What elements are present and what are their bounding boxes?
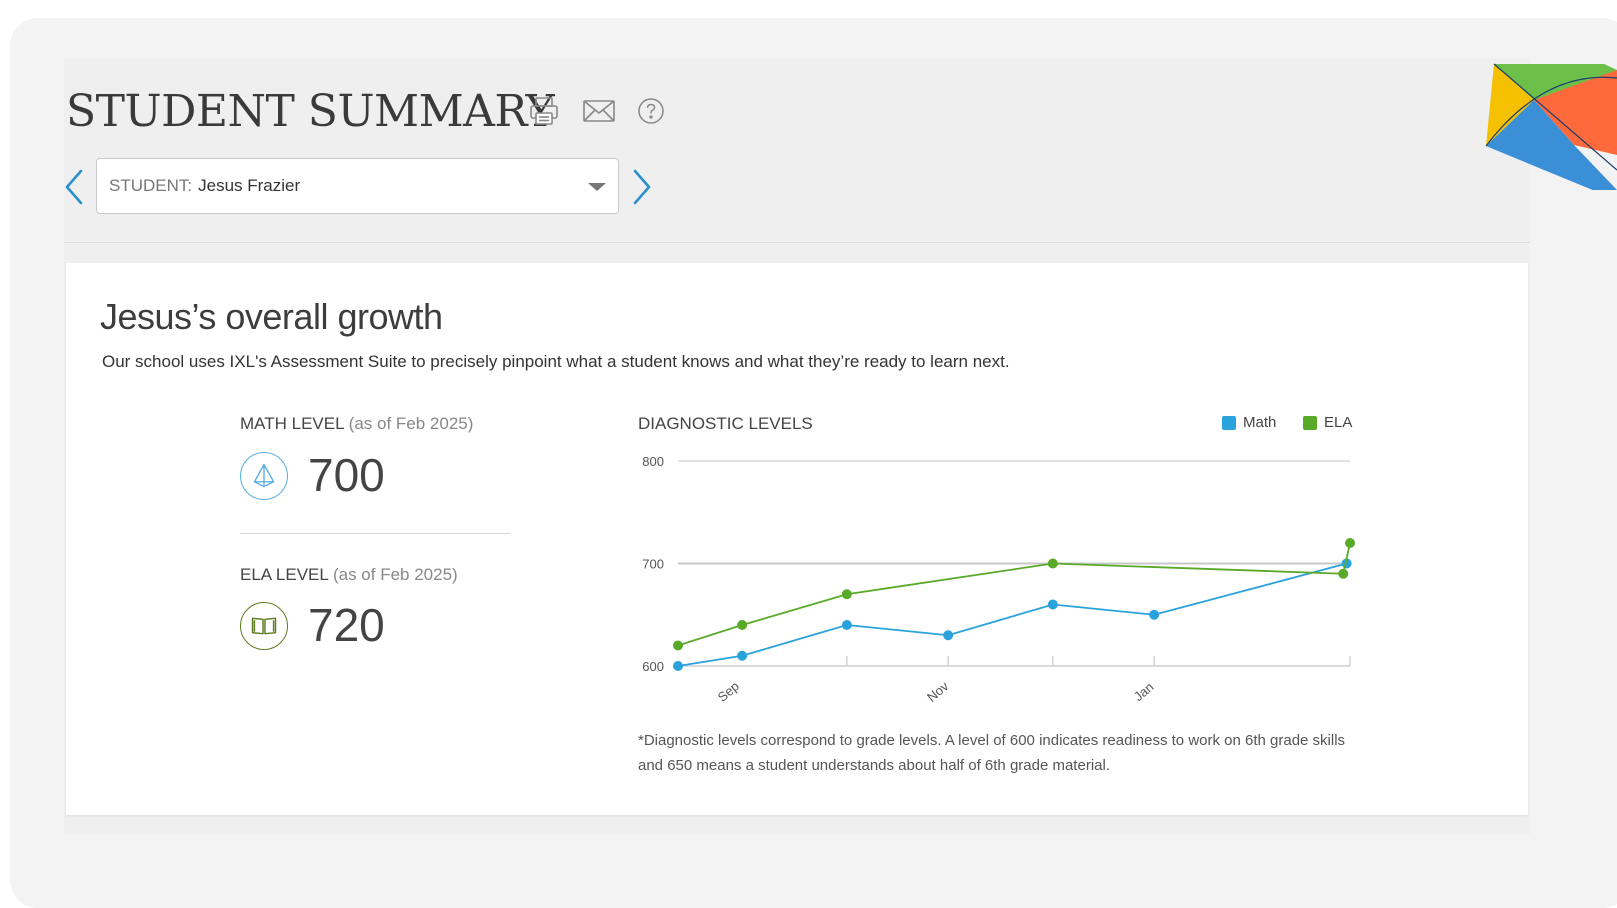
ela-level-value: 720: [308, 599, 385, 651]
diagnostic-levels-chart: 600 700 800 Sep Nov Jan: [642, 454, 1355, 705]
caret-down-icon: [588, 183, 606, 191]
y-tick-label-700: 700: [642, 557, 664, 572]
legend-item-math: Math: [1222, 414, 1276, 431]
x-tick-label-sep: Sep: [715, 678, 742, 704]
math-level-title: MATH LEVEL: [240, 414, 344, 433]
student-select[interactable]: STUDENT: Jesus Frazier: [96, 158, 619, 214]
legend-label-ela: ELA: [1324, 414, 1353, 431]
series-line-ela: [677, 542, 1351, 647]
help-circle-icon[interactable]: [634, 94, 668, 128]
legend-swatch-ela: [1303, 415, 1317, 430]
printer-icon[interactable]: [527, 94, 561, 128]
kite-logo-icon: [1484, 60, 1617, 190]
student-select-label: STUDENT:: [109, 176, 193, 195]
data-point-math-4: [1047, 599, 1058, 610]
math-level-date: (as of Feb 2025): [348, 414, 474, 433]
math-level-value: 700: [308, 449, 385, 501]
growth-title: Jesus’s overall growth: [100, 296, 443, 337]
data-point-math-2: [841, 620, 852, 630]
legend-label-math: Math: [1243, 414, 1277, 431]
book-icon: [240, 602, 288, 650]
data-point-math-0: [673, 661, 683, 671]
level-divider: [240, 533, 510, 534]
data-point-ela-0: [673, 640, 683, 651]
previous-student-button[interactable]: [63, 168, 85, 206]
data-point-ela-3: [1047, 558, 1058, 569]
growth-description: Our school uses IXL's Assessment Suite t…: [102, 352, 1010, 371]
data-point-ela-5: [1345, 538, 1355, 548]
data-point-math-3: [943, 630, 954, 641]
chart-footnote: *Diagnostic levels correspond to grade l…: [638, 732, 1346, 774]
ela-level-title: ELA LEVEL: [240, 565, 329, 584]
legend-swatch-math: [1222, 415, 1236, 430]
y-tick-label-800: 800: [642, 454, 664, 469]
y-tick-label-600: 600: [642, 659, 664, 674]
header-divider: [64, 242, 1530, 243]
envelope-icon[interactable]: [582, 94, 616, 128]
ela-level-date: (as of Feb 2025): [332, 565, 458, 584]
next-student-button[interactable]: [631, 168, 653, 206]
chart-title: DIAGNOSTIC LEVELS: [638, 414, 813, 433]
x-tick-label-jan: Jan: [1131, 679, 1157, 704]
student-select-value: Jesus Frazier: [198, 176, 301, 195]
page-title: STUDENT SUMMARY: [66, 86, 555, 137]
data-point-ela-4: [1338, 568, 1349, 579]
math-level-label: MATH LEVEL (as of Feb 2025): [240, 414, 473, 434]
legend-item-ela: ELA: [1303, 414, 1352, 431]
data-point-math-1: [737, 650, 748, 661]
x-tick-label-nov: Nov: [924, 678, 952, 705]
data-point-ela-1: [737, 620, 748, 630]
data-point-ela-2: [841, 589, 852, 600]
pyramid-icon: [240, 452, 288, 500]
ela-level-label: ELA LEVEL (as of Feb 2025): [240, 565, 458, 585]
data-point-math-5: [1149, 609, 1160, 620]
